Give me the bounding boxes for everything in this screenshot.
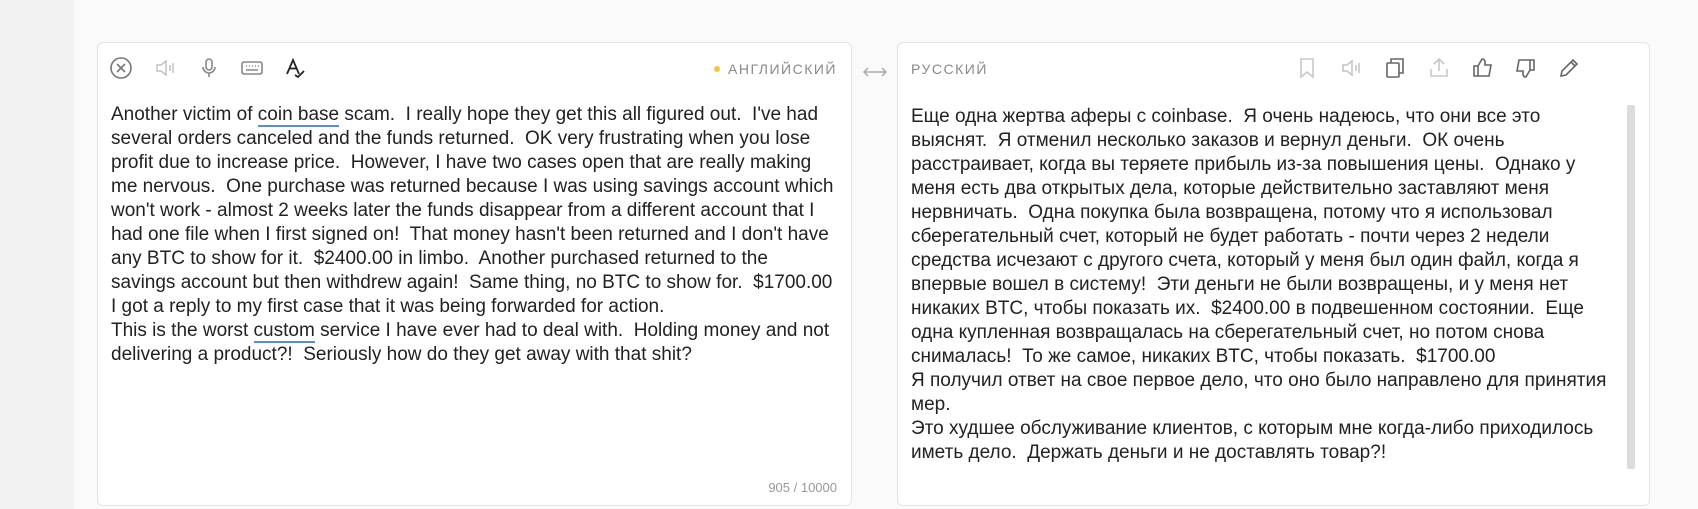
clear-icon[interactable]	[108, 55, 134, 81]
bookmark-icon[interactable]	[1294, 55, 1320, 81]
translation-output: Еще одна жертва аферы с coinbase. Я очен…	[911, 106, 1607, 463]
speaker-icon[interactable]	[1338, 55, 1364, 81]
source-panel: АНГЛИЙСКИЙ Another victim of coin base s…	[97, 42, 852, 506]
edit-icon[interactable]	[1556, 55, 1582, 81]
source-text-segment: Another victim of	[111, 104, 258, 125]
source-text-segment: scam. I really hope they get this all fi…	[111, 104, 834, 341]
microphone-icon[interactable]	[196, 55, 222, 81]
source-toolbar: АНГЛИЙСКИЙ	[98, 43, 851, 93]
target-toolbar: РУССКИЙ	[898, 43, 1649, 93]
share-icon[interactable]	[1426, 55, 1452, 81]
spelling-suggestion-coinbase[interactable]: coin base	[257, 104, 340, 127]
character-counter: 905 / 10000	[768, 480, 837, 495]
scrollbar-thumb[interactable]	[1627, 105, 1635, 469]
source-language-selector[interactable]: АНГЛИЙСКИЙ	[714, 61, 837, 77]
spelling-suggestion-custom[interactable]: custom	[253, 320, 315, 343]
translation-scrollbar[interactable]	[1627, 105, 1635, 469]
copy-icon[interactable]	[1382, 55, 1408, 81]
target-language-label: РУССКИЙ	[911, 61, 988, 77]
target-panel: РУССКИЙ Еще одна жертва аферы с coinbase…	[897, 42, 1650, 506]
speaker-icon[interactable]	[152, 55, 178, 81]
thumbs-down-icon[interactable]	[1512, 55, 1538, 81]
keyboard-icon[interactable]	[239, 55, 265, 81]
source-language-label: АНГЛИЙСКИЙ	[728, 61, 837, 77]
spellcheck-icon[interactable]	[282, 55, 308, 81]
thumbs-up-icon[interactable]	[1470, 55, 1496, 81]
detected-language-dot	[714, 66, 721, 73]
swap-arrows-icon	[862, 67, 888, 77]
target-language-selector[interactable]: РУССКИЙ	[911, 61, 988, 77]
source-text-input[interactable]: Another victim of coin base scam. I real…	[111, 103, 837, 475]
swap-languages-button[interactable]	[861, 62, 889, 82]
